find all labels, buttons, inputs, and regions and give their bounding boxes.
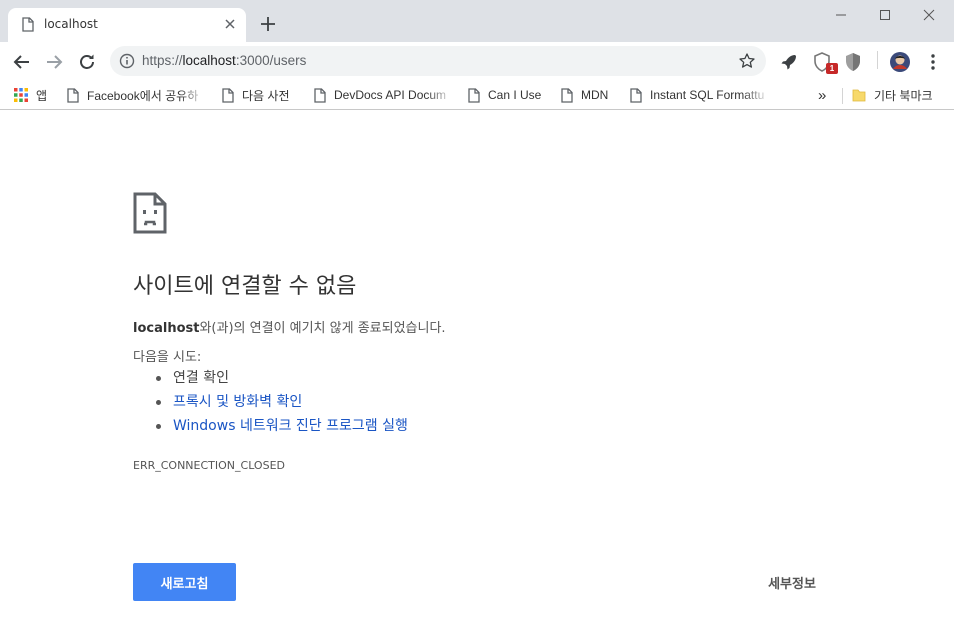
bookmark-devdocs[interactable]: DevDocs API Docum bbox=[314, 84, 454, 106]
bookmark-label: MDN bbox=[581, 88, 609, 102]
suggestion-list: 연결 확인 프록시 및 방화벽 확인 Windows 네트워크 진단 프로그램 … bbox=[153, 368, 408, 440]
bookmark-separator bbox=[842, 88, 843, 104]
bookmark-label: Instant SQL Formattu bbox=[650, 88, 765, 102]
chevron-double-right-icon: » bbox=[818, 86, 827, 104]
forward-icon[interactable] bbox=[42, 50, 66, 74]
bookmark-star-icon[interactable] bbox=[738, 52, 756, 70]
new-tab-icon[interactable] bbox=[258, 14, 278, 34]
bookmark-apps[interactable]: 앱 bbox=[14, 84, 64, 106]
page-icon bbox=[561, 87, 573, 103]
extension-badge: 1 bbox=[826, 63, 838, 74]
menu-dots-icon[interactable] bbox=[922, 51, 944, 73]
shield-filled-icon[interactable] bbox=[842, 51, 864, 73]
bookmark-caniuse[interactable]: Can I Use bbox=[468, 84, 548, 106]
bookmark-facebook-share[interactable]: Facebook에서 공유하 bbox=[67, 84, 207, 106]
bookmarks-bar: 앱 Facebook에서 공유하 다음 사전 DevDocs API Docum… bbox=[0, 80, 954, 110]
tab-title: localhost bbox=[44, 17, 98, 31]
rocket-extension-icon[interactable] bbox=[778, 51, 800, 73]
tab-localhost[interactable]: localhost bbox=[8, 8, 246, 42]
bookmark-label: Facebook에서 공유하 bbox=[87, 88, 199, 103]
error-host: localhost bbox=[133, 321, 200, 336]
toolbar-separator bbox=[877, 51, 878, 69]
url-host: localhost bbox=[182, 53, 236, 68]
bookmark-label: 기타 북마크 bbox=[874, 88, 933, 103]
site-info-icon[interactable] bbox=[119, 53, 135, 69]
folder-icon bbox=[852, 89, 866, 102]
url-text[interactable]: https://localhost:3000/users bbox=[142, 53, 306, 68]
page-icon bbox=[630, 87, 642, 103]
close-tab-icon[interactable] bbox=[222, 16, 238, 32]
bookmark-label: 다음 사전 bbox=[242, 88, 290, 103]
page-icon bbox=[468, 87, 480, 103]
page-icon bbox=[314, 87, 326, 103]
toolbar: https://localhost:3000/users 1 bbox=[0, 42, 954, 80]
bookmark-other-folder[interactable]: 기타 북마크 bbox=[852, 84, 952, 106]
url-path: :3000/users bbox=[235, 53, 307, 68]
try-label: 다음을 시도: bbox=[133, 350, 202, 365]
bookmark-instant-sql-formatter[interactable]: Instant SQL Formattu bbox=[630, 84, 770, 106]
address-bar[interactable]: https://localhost:3000/users bbox=[110, 46, 766, 76]
details-button[interactable]: 세부정보 bbox=[748, 566, 836, 598]
shield-extension[interactable]: 1 bbox=[812, 51, 840, 77]
close-window-icon[interactable] bbox=[914, 4, 944, 26]
reload-button[interactable]: 새로고침 bbox=[133, 563, 236, 601]
suggestion-check-proxy-firewall-link[interactable]: 프록시 및 방화벽 확인 bbox=[153, 392, 408, 416]
error-code: ERR_CONNECTION_CLOSED bbox=[133, 459, 285, 472]
bookmark-label: 앱 bbox=[36, 88, 48, 103]
minimize-icon[interactable] bbox=[826, 4, 856, 26]
apps-grid-icon bbox=[14, 88, 28, 102]
sad-page-icon bbox=[133, 192, 167, 234]
page-icon bbox=[67, 87, 79, 103]
page-icon bbox=[22, 17, 34, 32]
maximize-icon[interactable] bbox=[870, 4, 900, 26]
bookmark-label: Can I Use bbox=[488, 88, 542, 102]
bookmarks-overflow-button[interactable]: » bbox=[818, 84, 834, 106]
page-icon bbox=[222, 87, 234, 103]
tab-strip: localhost bbox=[0, 0, 954, 42]
error-title: 사이트에 연결할 수 없음 bbox=[133, 274, 357, 299]
back-icon[interactable] bbox=[10, 50, 34, 74]
suggestion-check-connection: 연결 확인 bbox=[153, 368, 408, 392]
bookmark-daum-dictionary[interactable]: 다음 사전 bbox=[222, 84, 302, 106]
reload-icon[interactable] bbox=[75, 50, 99, 74]
profile-avatar[interactable] bbox=[889, 51, 911, 73]
bookmark-mdn[interactable]: MDN bbox=[561, 84, 621, 106]
error-message: localhost와(과)의 연결이 예기치 않게 종료되었습니다. bbox=[133, 317, 446, 336]
url-scheme: https:// bbox=[142, 53, 183, 68]
suggestion-run-network-diagnostics-link[interactable]: Windows 네트워크 진단 프로그램 실행 bbox=[153, 416, 408, 440]
bookmark-label: DevDocs API Docum bbox=[334, 88, 447, 102]
error-message-text: 와(과)의 연결이 예기치 않게 종료되었습니다. bbox=[199, 321, 446, 336]
